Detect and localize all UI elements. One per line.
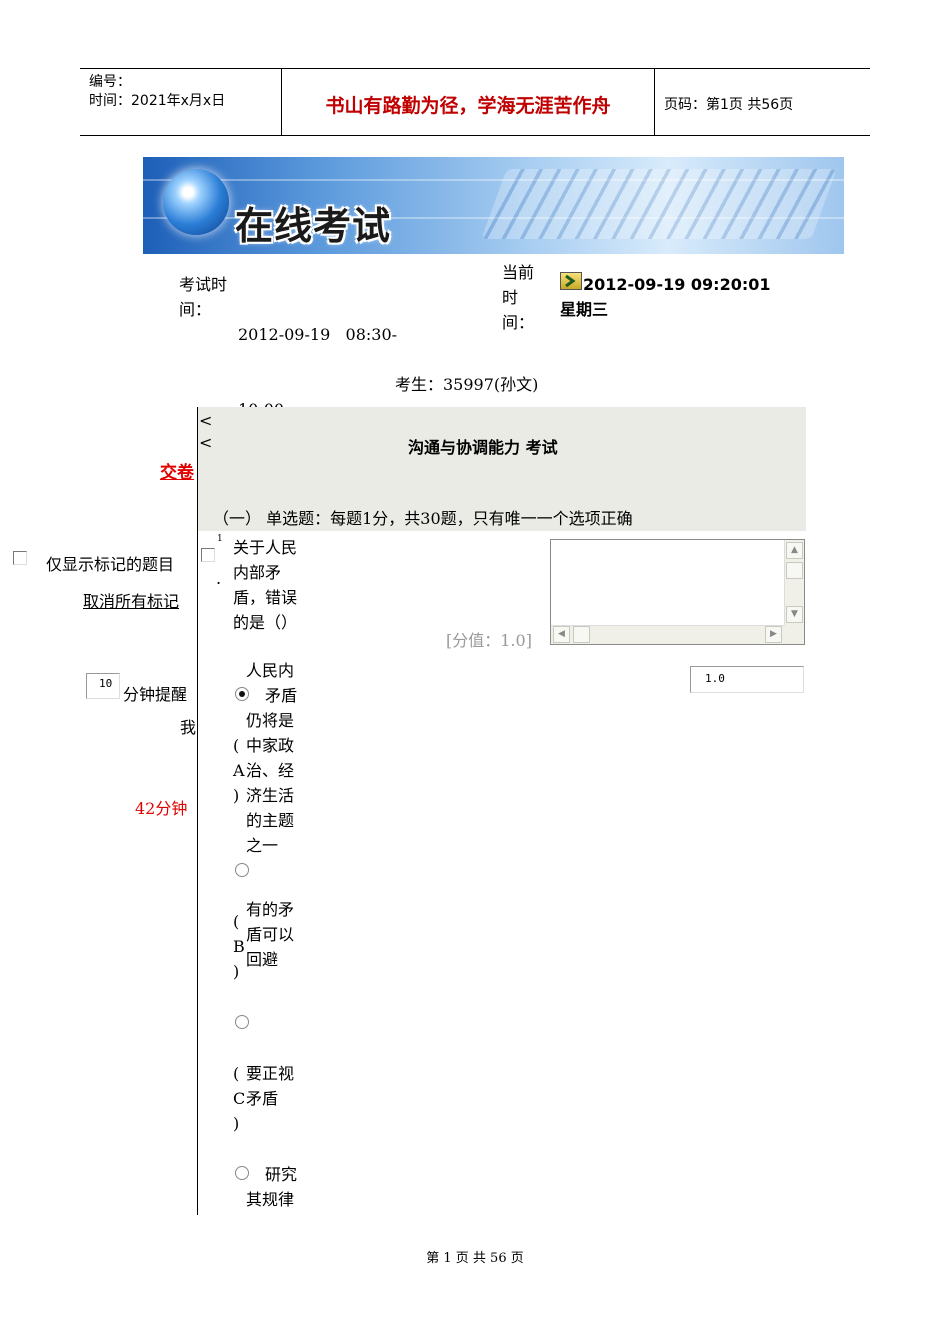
scroll-right-icon[interactable]: ▶ xyxy=(765,626,782,643)
remaining-time: 42分钟 xyxy=(135,799,188,818)
option-c-letter: ( C ) xyxy=(233,1061,245,1136)
option-text-line: 其规律 xyxy=(246,1190,295,1209)
scrollbar-corner xyxy=(784,625,804,644)
option-b-text: 有的矛 盾可以 回避 xyxy=(246,897,294,972)
student-info: 考生：35997(孙文) xyxy=(395,375,539,394)
option-text-line: 之一 xyxy=(246,836,279,855)
question-text-line: 关于人民 xyxy=(233,538,298,557)
option-text-line: 治、经 xyxy=(246,761,295,780)
exam-title: 沟通与协调能力 考试 xyxy=(408,438,558,457)
option-text-line: 有的矛 xyxy=(246,900,295,919)
question-number: 1 xyxy=(217,534,223,544)
horizontal-scrollbar[interactable]: ◀ ▶ xyxy=(551,625,784,644)
option-letter-line: ( xyxy=(233,736,240,755)
option-text-line: 回避 xyxy=(246,950,279,969)
question-number-dot: . xyxy=(216,569,222,588)
option-text-line: 盾可以 xyxy=(246,925,295,944)
option-letter-line: A xyxy=(233,761,245,780)
sidebar-divider xyxy=(197,407,198,1215)
current-time-label-line: 间： xyxy=(502,313,535,332)
answer-notes-textarea[interactable]: ▲ ▼ ◀ ▶ xyxy=(550,539,805,645)
exam-banner: 在线考试 xyxy=(143,157,844,254)
show-marked-checkbox[interactable] xyxy=(13,551,27,565)
nav-prev-button[interactable]: < xyxy=(199,410,212,432)
option-a-letter: ( A ) xyxy=(233,733,245,808)
option-letter-line: C xyxy=(233,1089,246,1108)
option-b-radio[interactable] xyxy=(235,863,249,877)
section-heading: （一） 单选题：每题1分，共30题，只有唯一一个选项正确 xyxy=(213,509,633,528)
option-a-text: 人民内 矛盾 仍将是 中家政 治、经 济生活 的主题 之一 xyxy=(246,658,297,858)
scroll-thumb[interactable] xyxy=(786,562,803,579)
clock-icon xyxy=(560,272,582,290)
option-text-line: 矛盾 xyxy=(246,1089,279,1108)
option-letter-line: B xyxy=(233,937,245,956)
exam-time-label: 考试时 间： xyxy=(179,272,227,322)
option-text-line: 人民内 xyxy=(246,661,295,680)
mark-question-checkbox[interactable] xyxy=(201,548,215,562)
current-time-label-line: 时 xyxy=(502,288,519,307)
option-a-radio[interactable] xyxy=(235,687,249,701)
exam-time-value-line: 2012-09-19 08:30- xyxy=(238,325,398,344)
current-datetime: 2012-09-19 09:20:01 xyxy=(583,275,771,294)
reminder-label: 分钟提醒 xyxy=(123,685,188,704)
option-c-text: 要正视 矛盾 xyxy=(246,1061,294,1111)
option-letter-line: ( xyxy=(233,1064,240,1083)
exam-time-label-line: 间： xyxy=(179,300,212,319)
header-left-cell: 编号： 时间：2021年x月x日 xyxy=(89,73,225,111)
option-letter-line: ) xyxy=(233,962,240,981)
option-letter-line: ) xyxy=(233,1114,240,1133)
option-c-radio[interactable] xyxy=(235,1015,249,1029)
current-time-label: 当前 时 间： xyxy=(502,260,534,335)
exam-time-label-line: 考试时 xyxy=(179,275,228,294)
nav-prev-button[interactable]: < xyxy=(199,432,212,454)
header-table: 编号： 时间：2021年x月x日 书山有路勤为径，学海无涯苦作舟 页码：第1页 … xyxy=(80,68,870,136)
question-text-line: 的是（） xyxy=(233,613,298,632)
option-text-line: 矛盾 xyxy=(265,686,298,705)
question-text-line: 盾，错误 xyxy=(233,588,298,607)
scroll-down-icon[interactable]: ▼ xyxy=(786,606,803,623)
header-time-label: 时间：2021年x月x日 xyxy=(89,93,226,109)
header-divider xyxy=(654,69,655,135)
scroll-up-icon[interactable]: ▲ xyxy=(786,542,803,559)
option-text-line: 的主题 xyxy=(246,811,295,830)
vertical-scrollbar[interactable]: ▲ ▼ xyxy=(784,540,804,626)
submit-link[interactable]: 交卷 xyxy=(160,460,194,486)
keyboard-graphic xyxy=(481,169,837,239)
option-text-line: 要正视 xyxy=(246,1064,295,1083)
header-number-label: 编号： xyxy=(89,74,131,90)
clear-marks-link[interactable]: 取消所有标记 xyxy=(83,589,179,614)
reminder-label-2: 我 xyxy=(180,718,197,737)
current-weekday: 星期三 xyxy=(560,300,609,319)
option-letter-line: ( xyxy=(233,912,240,931)
score-input[interactable]: 1.0 xyxy=(690,666,804,693)
banner-title: 在线考试 xyxy=(235,204,392,248)
option-b-letter: ( B ) xyxy=(233,909,245,984)
option-text-line: 中家政 xyxy=(246,736,295,755)
page-footer: 第 1 页 共 56 页 xyxy=(426,1251,524,1266)
question-text-line: 内部矛 xyxy=(233,563,282,582)
nav-arrows: < < xyxy=(199,410,212,454)
score-label: [分值：1.0] xyxy=(446,631,532,650)
option-letter-line: ) xyxy=(233,786,240,805)
option-d-text: 研究 其规律 xyxy=(246,1162,297,1212)
scroll-left-icon[interactable]: ◀ xyxy=(553,626,570,643)
reminder-minutes-input[interactable]: 10 xyxy=(86,673,120,699)
header-page-info: 页码：第1页 共56页 xyxy=(664,97,794,113)
option-text-line: 济生活 xyxy=(246,786,295,805)
globe-icon xyxy=(163,169,229,235)
current-time-label-line: 当前 xyxy=(502,263,535,282)
show-marked-label: 仅显示标记的题目 xyxy=(46,555,175,574)
header-motto: 书山有路勤为径，学海无涯苦作舟 xyxy=(325,95,611,117)
scroll-thumb[interactable] xyxy=(573,626,590,643)
question-text: 关于人民 内部矛 盾，错误 的是（） xyxy=(233,535,297,635)
option-text-line: 研究 xyxy=(265,1165,298,1184)
option-text-line: 仍将是 xyxy=(246,711,295,730)
